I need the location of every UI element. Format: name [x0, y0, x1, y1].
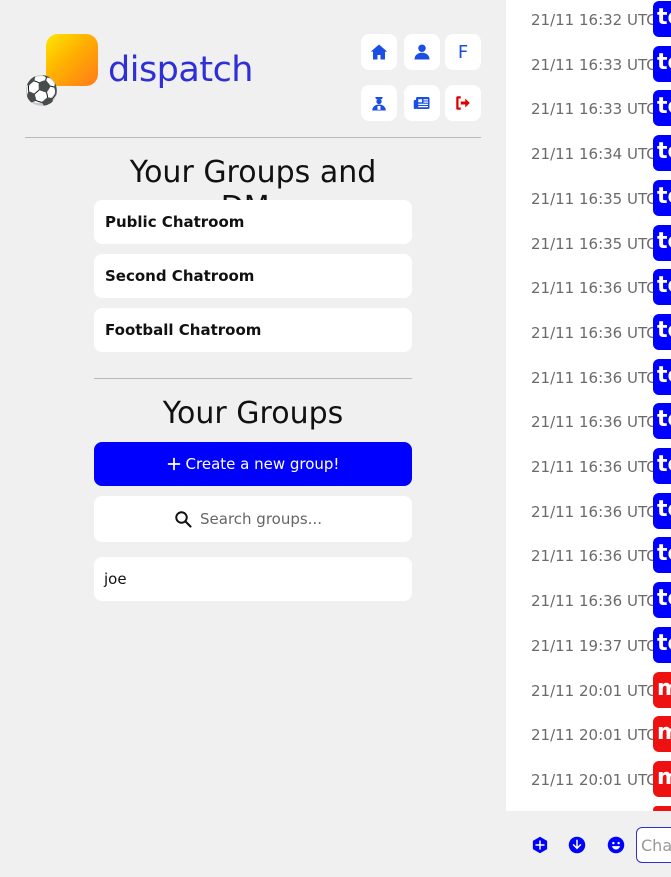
message-row: 21/11 16:33 UTCte — [506, 90, 671, 127]
message-row: 21/11 16:33 UTCte — [506, 45, 671, 82]
message-timestamp: 21/11 20:01 UTC — [531, 681, 657, 700]
message-timestamp: 21/11 20:01 UTC — [531, 770, 657, 789]
message-timestamp: 21/11 16:36 UTC — [531, 502, 657, 521]
home-button[interactable] — [361, 34, 397, 70]
admin-user-icon — [372, 97, 386, 111]
profile-initial: F — [457, 41, 469, 63]
sidebar-panel: ⚽ dispatch F Your Groups and DMs Public … — [0, 0, 506, 877]
arrow-down-circle-icon[interactable] — [568, 836, 586, 854]
admin-button[interactable] — [361, 85, 397, 121]
message-timestamp: 21/11 16:35 UTC — [531, 234, 657, 253]
message-row: 21/11 20:01 UTC m — [506, 716, 671, 753]
message-author-badge[interactable]: m — [653, 716, 671, 753]
brand-name: dispatch — [108, 50, 254, 90]
message-author-badge[interactable]: te — [653, 90, 671, 127]
message-author-badge[interactable]: te — [653, 582, 671, 619]
plus-circle-icon[interactable] — [531, 836, 549, 854]
message-author-badge[interactable]: te — [653, 358, 671, 395]
section-divider — [94, 378, 412, 379]
chat-composer — [506, 811, 671, 877]
logout-icon — [456, 96, 470, 110]
message-timestamp: 21/11 16:32 UTC — [531, 11, 657, 29]
message-timestamp: 21/11 16:34 UTC — [531, 145, 657, 164]
message-row: 21/11 16:36 UTCte — [506, 403, 671, 440]
message-row: 21/11 19:37 UTCte — [506, 626, 671, 663]
message-row: 21/11 16:34 UTCte — [506, 135, 671, 172]
message-row: 21/11 20:01 UTC m — [506, 760, 671, 797]
logout-button[interactable] — [445, 85, 481, 121]
message-author-badge[interactable]: te — [653, 1, 671, 37]
message-row: 21/11 16:35 UTCte — [506, 179, 671, 216]
message-author-badge[interactable]: te — [653, 626, 671, 663]
message-row: 21/11 20:01 UTC m — [506, 671, 671, 708]
message-author-badge[interactable]: te — [653, 45, 671, 82]
message-author-badge[interactable]: m — [653, 671, 671, 708]
football-icon: ⚽ — [24, 74, 59, 107]
message-row: 21/11 16:36 UTCte — [506, 537, 671, 574]
plus-icon — [167, 457, 180, 471]
news-button[interactable] — [404, 85, 440, 121]
message-row: 21/11 16:32 UTCte — [506, 1, 671, 37]
message-timestamp: 21/11 16:36 UTC — [531, 547, 657, 566]
message-row: 21/11 16:35 UTCte — [506, 224, 671, 261]
message-author-badge[interactable]: te — [653, 269, 671, 306]
smiley-icon[interactable] — [607, 836, 625, 854]
message-author-badge[interactable]: te — [653, 135, 671, 172]
message-author-badge[interactable]: m — [653, 760, 671, 797]
create-group-button[interactable]: Create a new group! — [94, 442, 412, 486]
user-icon — [414, 44, 430, 60]
message-author-badge[interactable]: te — [653, 224, 671, 261]
message-row: 21/11 16:36 UTCte — [506, 269, 671, 306]
group-search[interactable] — [94, 496, 412, 542]
home-icon — [370, 44, 388, 60]
message-row: 21/11 16:36 UTCte — [506, 313, 671, 350]
chatroom-second[interactable]: Second Chatroom — [94, 254, 412, 298]
profile-button[interactable] — [404, 34, 440, 70]
profile-initial-button[interactable]: F — [445, 34, 481, 70]
message-author-badge[interactable]: te — [653, 492, 671, 529]
message-author-badge[interactable]: te — [653, 448, 671, 484]
create-group-label: Create a new group! — [185, 455, 340, 473]
message-row: 21/11 16:36 UTCte — [506, 582, 671, 619]
message-timestamp: 21/11 16:36 UTC — [531, 368, 657, 387]
chat-panel: 21/11 16:32 UTCte21/11 16:33 UTCte21/11 … — [506, 0, 671, 877]
group-item-joe[interactable]: joe — [94, 557, 412, 601]
message-timestamp: 21/11 16:35 UTC — [531, 189, 657, 208]
message-timestamp: 21/11 16:33 UTC — [531, 100, 657, 119]
message-timestamp: 21/11 19:37 UTC — [531, 636, 657, 655]
message-author-badge[interactable]: te — [653, 313, 671, 350]
message-timestamp: 21/11 16:36 UTC — [531, 279, 657, 298]
message-timestamp: 21/11 16:33 UTC — [531, 55, 657, 74]
search-icon — [175, 511, 192, 528]
message-timestamp: 21/11 20:01 UTC — [531, 726, 657, 745]
message-timestamp: 21/11 16:36 UTC — [531, 592, 657, 611]
message-row: 21/11 16:36 UTCte — [506, 492, 671, 529]
message-row: 21/11 16:36 UTCte — [506, 448, 671, 484]
header-divider — [25, 137, 481, 138]
message-row: 21/11 16:36 UTCte — [506, 358, 671, 395]
message-author-badge[interactable]: te — [653, 537, 671, 574]
chat-input[interactable] — [636, 827, 671, 863]
search-input[interactable] — [198, 509, 332, 529]
message-timestamp: 21/11 16:36 UTC — [531, 323, 657, 342]
chatroom-public[interactable]: Public Chatroom — [94, 200, 412, 244]
message-timestamp: 21/11 16:36 UTC — [531, 458, 657, 476]
message-author-badge[interactable]: te — [653, 403, 671, 440]
message-author-badge[interactable]: te — [653, 179, 671, 216]
newspaper-icon — [413, 97, 430, 109]
brand-logo[interactable]: ⚽ dispatch — [24, 34, 254, 114]
groups-title: Your Groups — [162, 396, 344, 431]
message-timestamp: 21/11 16:36 UTC — [531, 413, 657, 432]
chatroom-football[interactable]: Football Chatroom — [94, 308, 412, 352]
